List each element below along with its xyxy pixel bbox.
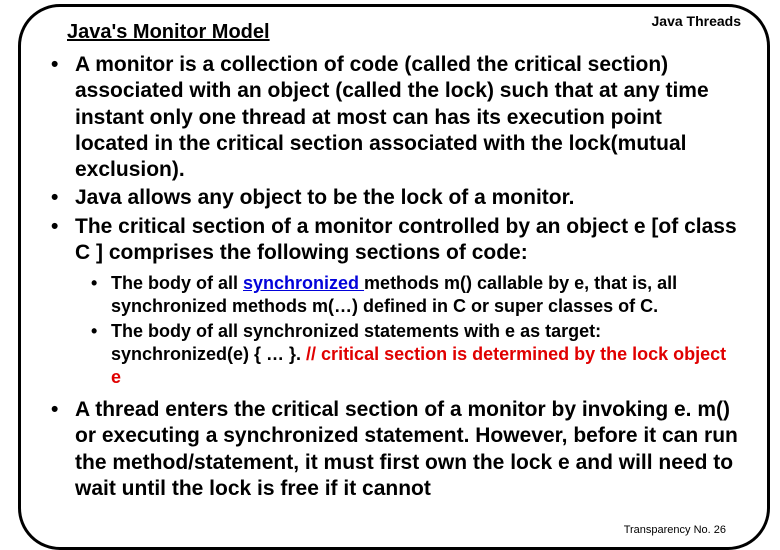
bullet-item: The critical section of a monitor contro…: [47, 214, 741, 267]
bullet-text: A monitor is a collection of code (calle…: [75, 53, 709, 181]
synchronized-keyword: synchronized: [243, 273, 364, 293]
bullet-list-level1: A monitor is a collection of code (calle…: [47, 52, 741, 266]
bullet-text: A thread enters the critical section of …: [75, 398, 738, 500]
bullet-text: Java allows any object to be the lock of…: [75, 186, 574, 209]
bullet-text: The body of all: [111, 273, 243, 293]
slide-frame: Java's Monitor Model Java Threads A moni…: [18, 4, 770, 550]
bullet-text: The critical section of a monitor contro…: [75, 215, 737, 264]
bullet-list-level1: A thread enters the critical section of …: [47, 397, 741, 502]
slide-title: Java's Monitor Model: [67, 21, 270, 44]
bullet-sub-item: The body of all synchronized statements …: [89, 320, 741, 389]
bullet-item: A thread enters the critical section of …: [47, 397, 741, 502]
header-row: Java's Monitor Model Java Threads: [47, 21, 741, 44]
chapter-label: Java Threads: [652, 13, 742, 29]
page-number: Transparency No. 26: [624, 524, 726, 536]
bullet-item: A monitor is a collection of code (calle…: [47, 52, 741, 183]
bullet-sub-item: The body of all synchronized methods m()…: [89, 272, 741, 318]
bullet-list-level2: The body of all synchronized methods m()…: [89, 272, 741, 389]
bullet-item: Java allows any object to be the lock of…: [47, 185, 741, 211]
